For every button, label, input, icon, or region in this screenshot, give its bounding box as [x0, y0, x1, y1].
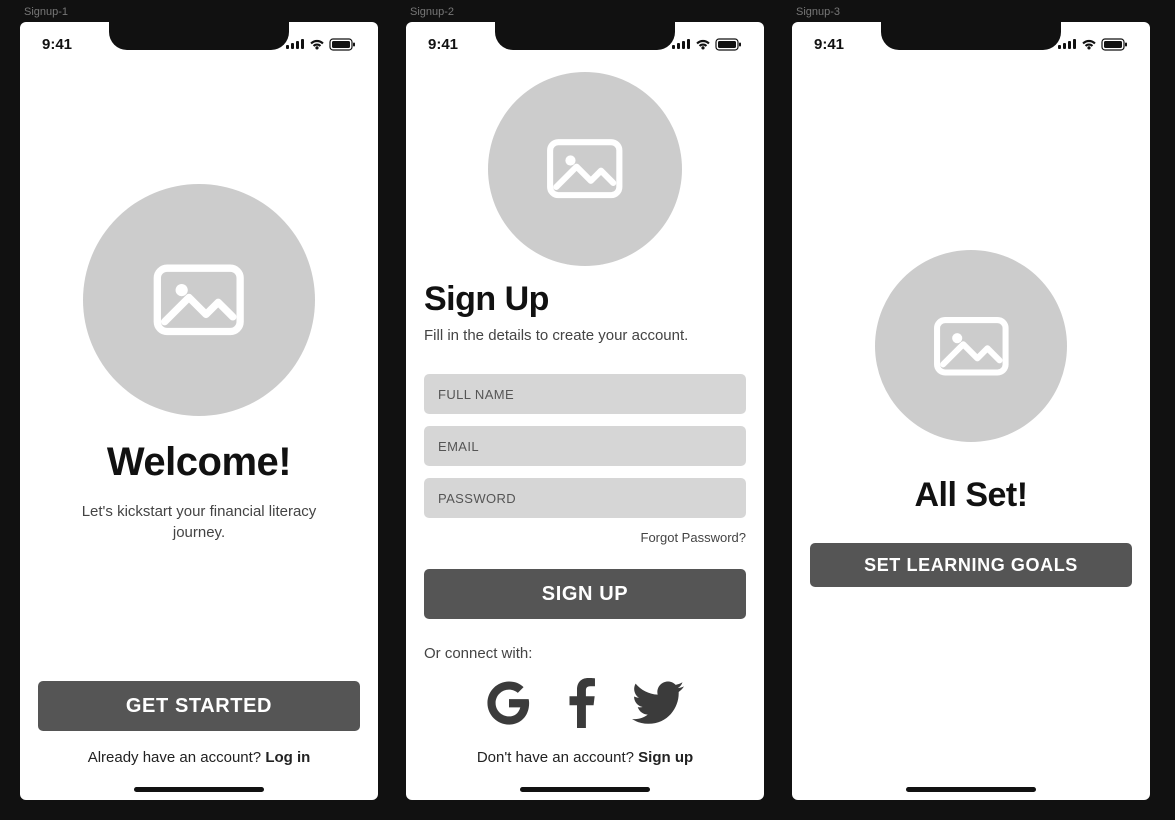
login-prompt: Already have an account? Log in: [38, 749, 360, 766]
phone-screen: 9:41 All Set! SET LEARNING GOALS: [792, 22, 1150, 800]
image-placeholder-icon: [488, 72, 682, 266]
home-indicator: [520, 787, 650, 792]
phone-screen: 9:41 Welcome! Let's kickstart your finan…: [20, 22, 378, 800]
signup-button[interactable]: SIGN UP: [424, 569, 746, 619]
full-name-input[interactable]: [424, 374, 746, 414]
signup-prompt: Don't have an account? Sign up: [424, 749, 746, 766]
frame-label: Signup-2: [410, 6, 764, 20]
get-started-button[interactable]: GET STARTED: [38, 681, 360, 731]
home-indicator: [906, 787, 1036, 792]
signup-title: Sign Up: [424, 280, 746, 319]
phone-screen: 9:41 Sign Up Fill in the details to crea…: [406, 22, 764, 800]
status-time: 9:41: [42, 36, 72, 53]
signup-subtitle: Fill in the details to create your accou…: [424, 327, 746, 344]
image-placeholder-icon: [83, 184, 315, 416]
google-icon[interactable]: [486, 680, 532, 726]
login-prompt-text: Already have an account?: [88, 749, 266, 766]
frame-signup-1: Signup-1 9:41 Welcome! Let's kickstart y…: [20, 6, 378, 800]
screen-content: Welcome! Let's kickstart your financial …: [20, 66, 378, 776]
frame-label: Signup-3: [796, 6, 1150, 20]
status-bar: 9:41: [792, 22, 1150, 66]
frame-signup-3: Signup-3 9:41 All Set! SET LEARNING GOAL…: [792, 6, 1150, 800]
status-bar: 9:41: [20, 22, 378, 66]
status-time: 9:41: [428, 36, 458, 53]
screen-content: Sign Up Fill in the details to create yo…: [406, 66, 764, 776]
status-bar: 9:41: [406, 22, 764, 66]
welcome-subtitle: Let's kickstart your financial literacy …: [38, 501, 360, 543]
set-learning-goals-button[interactable]: SET LEARNING GOALS: [810, 543, 1132, 587]
frame-signup-2: Signup-2 9:41 Sign Up Fill in the detail…: [406, 6, 764, 800]
status-indicators: [1058, 37, 1128, 51]
status-indicators: [672, 37, 742, 51]
image-placeholder-icon: [875, 250, 1067, 442]
twitter-icon[interactable]: [632, 681, 684, 725]
home-indicator: [134, 787, 264, 792]
screen-content: All Set! SET LEARNING GOALS: [792, 66, 1150, 776]
password-input[interactable]: [424, 478, 746, 518]
forgot-password-link[interactable]: Forgot Password?: [424, 530, 746, 545]
all-set-title: All Set!: [810, 476, 1132, 515]
frame-label: Signup-1: [24, 6, 378, 20]
login-link[interactable]: Log in: [265, 749, 310, 766]
signup-prompt-text: Don't have an account?: [477, 749, 638, 766]
status-indicators: [286, 37, 356, 51]
welcome-title: Welcome!: [38, 440, 360, 485]
status-time: 9:41: [814, 36, 844, 53]
email-input[interactable]: [424, 426, 746, 466]
facebook-icon[interactable]: [568, 678, 596, 728]
connect-with-label: Or connect with:: [424, 645, 746, 662]
signup-link[interactable]: Sign up: [638, 749, 693, 766]
